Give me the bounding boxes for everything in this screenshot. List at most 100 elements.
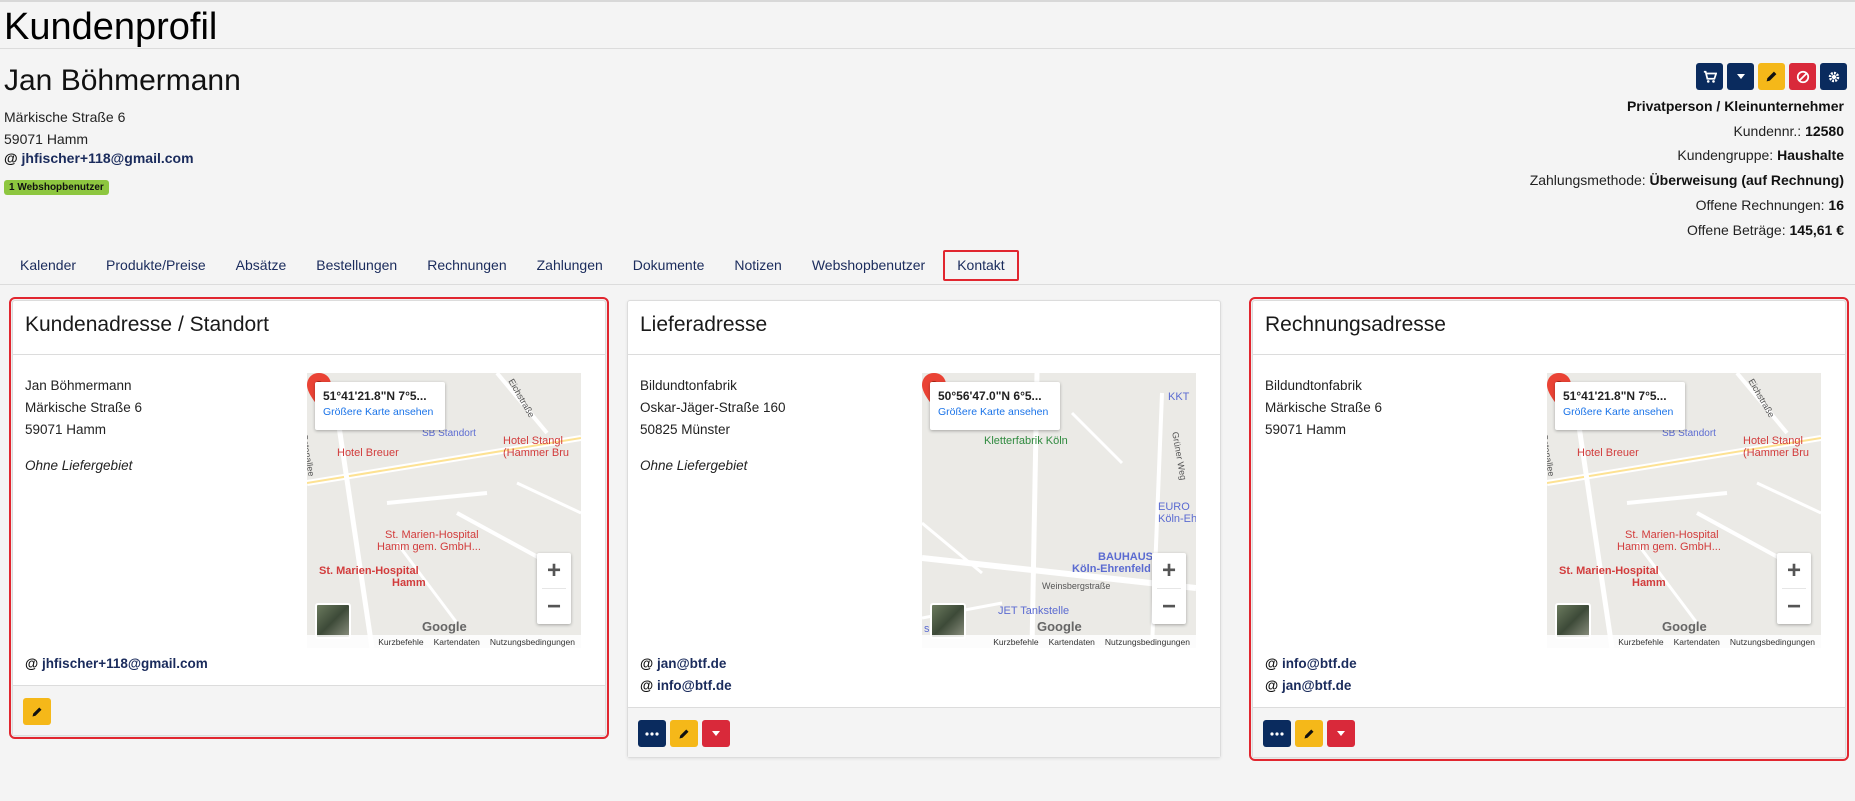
- map-embed[interactable]: Hotel Breuer Hotel Stangl (Hammer Bru SB…: [307, 373, 581, 648]
- map-label: Hotel Stangl: [503, 435, 563, 447]
- email-list: @ info@btf.de @ jan@btf.de: [1265, 653, 1357, 697]
- shortcuts-link[interactable]: Kurzbefehle: [993, 637, 1038, 647]
- satellite-toggle[interactable]: [315, 603, 351, 639]
- email-row[interactable]: @ info@btf.de: [640, 675, 732, 697]
- customer-meta: Privatperson / Kleinunternehmer Kundennr…: [1530, 94, 1844, 242]
- map-label: Hamm gem. GmbH...: [1617, 541, 1721, 553]
- delivery-area-note: Ohne Liefergebiet: [25, 458, 133, 473]
- at-icon: @: [1265, 678, 1279, 693]
- customer-name: Jan Böhmermann: [4, 64, 241, 97]
- terms-link[interactable]: Nutzungsbedingungen: [1730, 637, 1815, 647]
- tab-rechnungen[interactable]: Rechnungen: [415, 250, 518, 281]
- map-label: Hotel Breuer: [1577, 447, 1639, 459]
- satellite-toggle[interactable]: [930, 603, 966, 639]
- address-block: Bildundtonfabrik Märkische Straße 6 5907…: [1265, 375, 1382, 441]
- address-line: Märkische Straße 6: [1265, 400, 1383, 415]
- dropdown-button[interactable]: [1727, 63, 1754, 90]
- customer-email[interactable]: @ jhfischer+118@gmail.com: [4, 150, 194, 166]
- email-link[interactable]: jan@btf.de: [657, 656, 726, 671]
- edit-address-button[interactable]: [23, 698, 51, 725]
- block-customer-button[interactable]: [1789, 63, 1816, 90]
- address-line: 59071 Hamm: [1265, 422, 1347, 437]
- open-amounts-label: Offene Beträge:: [1687, 221, 1786, 238]
- title-divider: [0, 48, 1855, 49]
- dots-icon: [1270, 731, 1284, 736]
- tab-webshopbenutzer[interactable]: Webshopbenutzer: [800, 250, 937, 281]
- more-options-button[interactable]: [638, 720, 666, 747]
- map-data-link[interactable]: Kartendaten: [1674, 637, 1720, 647]
- map-label: Kletterfabrik Köln: [984, 435, 1068, 447]
- map-label: Hamm: [392, 577, 426, 589]
- tab-produkte-preise[interactable]: Produkte/Preise: [94, 250, 218, 281]
- map-footer: Kurzbefehle Kartendaten Nutzungsbedingun…: [922, 635, 1196, 648]
- map-embed[interactable]: Hotel Breuer Hotel Stangl (Hammer Bru SB…: [1547, 373, 1821, 648]
- edit-address-button[interactable]: [670, 720, 698, 747]
- page-title: Kundenprofil: [4, 6, 218, 48]
- webshop-user-badge[interactable]: 1 Webshopbenutzer: [4, 180, 109, 195]
- zoom-out-button[interactable]: −: [537, 589, 571, 624]
- zoom-in-button[interactable]: +: [1777, 553, 1811, 588]
- card-footer: [628, 707, 1220, 757]
- email-link[interactable]: info@btf.de: [657, 678, 732, 693]
- larger-map-link[interactable]: Größere Karte ansehen: [1563, 406, 1677, 418]
- open-amounts-row: Offene Beträge: 145,61 €: [1530, 218, 1844, 243]
- tab-absaetze[interactable]: Absätze: [224, 250, 299, 281]
- at-icon: @: [1265, 656, 1279, 671]
- shortcuts-link[interactable]: Kurzbefehle: [378, 637, 423, 647]
- more-options-button[interactable]: [1263, 720, 1291, 747]
- larger-map-link[interactable]: Größere Karte ansehen: [938, 406, 1052, 418]
- email-link[interactable]: jan@btf.de: [1282, 678, 1351, 693]
- edit-address-button[interactable]: [1295, 720, 1323, 747]
- card-body: Jan Böhmermann Märkische Straße 6 59071 …: [13, 355, 605, 685]
- terms-link[interactable]: Nutzungsbedingungen: [490, 637, 575, 647]
- pencil-icon: [679, 729, 689, 738]
- email-link[interactable]: info@btf.de: [1282, 656, 1357, 671]
- card-kundenadresse: Kundenadresse / Standort Jan Böhmermann …: [9, 297, 609, 739]
- email-link[interactable]: jhfischer+118@gmail.com: [42, 656, 208, 671]
- zoom-in-button[interactable]: +: [1152, 553, 1186, 588]
- map-data-link[interactable]: Kartendaten: [434, 637, 480, 647]
- customer-email-link[interactable]: jhfischer+118@gmail.com: [22, 150, 194, 166]
- satellite-toggle[interactable]: [1555, 603, 1591, 639]
- terms-link[interactable]: Nutzungsbedingungen: [1105, 637, 1190, 647]
- cart-button[interactable]: [1696, 63, 1723, 90]
- tab-kontakt[interactable]: Kontakt: [943, 250, 1019, 281]
- map-embed[interactable]: Kletterfabrik Köln KKT EURO Köln-Eh BAUH…: [922, 373, 1196, 648]
- tab-kalender[interactable]: Kalender: [8, 250, 88, 281]
- address-dropdown-button[interactable]: [1327, 720, 1355, 747]
- email-row[interactable]: @ jan@btf.de: [640, 653, 732, 675]
- address-line: Märkische Straße 6: [25, 400, 143, 415]
- card-header: Kundenadresse / Standort: [13, 301, 605, 355]
- larger-map-link[interactable]: Größere Karte ansehen: [323, 406, 437, 418]
- customer-number-value: 12580: [1805, 122, 1844, 139]
- map-label: Hamm gem. GmbH...: [377, 541, 481, 553]
- zoom-controls: + −: [1777, 553, 1811, 624]
- card-footer: [1253, 707, 1845, 757]
- card-title: Lieferadresse: [640, 313, 768, 336]
- payment-method-value: Überweisung (auf Rechnung): [1649, 172, 1844, 189]
- map-footer: Kurzbefehle Kartendaten Nutzungsbedingun…: [307, 635, 581, 648]
- zoom-in-button[interactable]: +: [537, 553, 571, 588]
- tab-dokumente[interactable]: Dokumente: [621, 250, 717, 281]
- zoom-out-button[interactable]: −: [1152, 589, 1186, 624]
- settings-button[interactable]: [1820, 63, 1847, 90]
- shortcuts-link[interactable]: Kurzbefehle: [1618, 637, 1663, 647]
- payment-method-row: Zahlungsmethode: Überweisung (auf Rechnu…: [1530, 168, 1844, 193]
- edit-customer-button[interactable]: [1758, 63, 1785, 90]
- tab-bestellungen[interactable]: Bestellungen: [304, 250, 409, 281]
- email-row[interactable]: @ info@btf.de: [1265, 653, 1357, 675]
- tab-notizen[interactable]: Notizen: [722, 250, 793, 281]
- at-icon: @: [640, 656, 654, 671]
- tab-zahlungen[interactable]: Zahlungen: [525, 250, 615, 281]
- address-dropdown-button[interactable]: [702, 720, 730, 747]
- open-invoices-label: Offene Rechnungen:: [1695, 196, 1825, 213]
- map-coordinates: 50°56'47.0"N 6°5...: [938, 389, 1042, 403]
- zoom-out-button[interactable]: −: [1777, 589, 1811, 624]
- email-row[interactable]: @ jhfischer+118@gmail.com: [25, 653, 208, 675]
- email-row[interactable]: @ jan@btf.de: [1265, 675, 1357, 697]
- address-line: 50825 Münster: [640, 422, 731, 437]
- google-logo: Google: [1662, 619, 1707, 634]
- map-data-link[interactable]: Kartendaten: [1049, 637, 1095, 647]
- map-footer: Kurzbefehle Kartendaten Nutzungsbedingun…: [1547, 635, 1821, 648]
- customer-number-row: Kundennr.: 12580: [1530, 119, 1844, 144]
